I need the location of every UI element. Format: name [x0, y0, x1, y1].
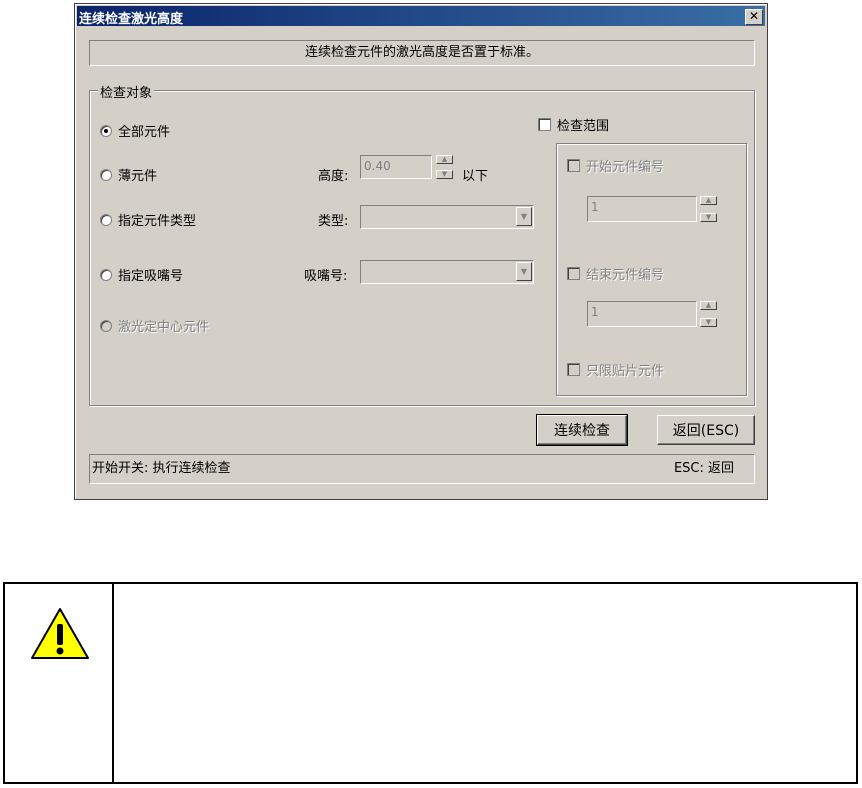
radio-button-icon — [100, 124, 112, 137]
spin-up-icon[interactable]: ▲ — [436, 155, 453, 164]
checkbox-icon — [567, 267, 580, 280]
height-input[interactable]: 0.40 — [360, 155, 432, 179]
type-select[interactable]: ▼ — [360, 205, 534, 229]
status-left: 开始开关: 执行连续检查 — [92, 461, 231, 476]
checkbox-label: 结束元件编号 — [586, 268, 665, 283]
check-range-toggle[interactable]: 检查范围 — [538, 115, 609, 134]
end-number-input: 1 — [587, 301, 697, 327]
dropdown-arrow-icon[interactable]: ▼ — [516, 262, 532, 281]
close-button[interactable]: ✕ — [745, 9, 763, 25]
radio-button-icon — [100, 319, 112, 332]
continuous-check-button[interactable]: 连续检查 — [536, 414, 628, 446]
radio-thin-components[interactable]: 薄元件 — [100, 165, 157, 184]
height-suffix: 以下 — [462, 169, 489, 184]
nozzle-label: 吸嘴号: — [304, 269, 348, 284]
radio-label: 薄元件 — [118, 169, 158, 184]
close-icon: ✕ — [748, 9, 760, 23]
start-number-toggle: 开始元件编号 — [567, 156, 664, 175]
end-number-toggle: 结束元件编号 — [567, 264, 664, 283]
status-bar: 开始开关: 执行连续检查 ESC: 返回 — [89, 454, 755, 484]
spin-down-icon: ▼ — [700, 318, 717, 327]
checkbox-label: 检查范围 — [557, 119, 610, 134]
warning-icon — [31, 608, 89, 659]
radio-label: 指定元件类型 — [118, 214, 197, 229]
checkbox-label: 只限贴片元件 — [586, 364, 665, 379]
radio-label: 全部元件 — [118, 125, 171, 140]
checkbox-icon — [538, 118, 551, 131]
radio-nozzle-number[interactable]: 指定吸嘴号 — [100, 265, 183, 284]
back-button[interactable]: 返回(ESC) — [657, 415, 755, 445]
title-bar: 连续检查激光高度 ✕ — [77, 6, 765, 27]
range-group: 开始元件编号 1 ▲ ▼ 结束元件编号 1 ▲ ▼ 只限贴片元件 — [556, 143, 747, 396]
radio-label: 指定吸嘴号 — [118, 269, 184, 284]
laser-height-dialog: 连续检查激光高度 ✕ 连续检查元件的激光高度是否置于标准。 检查对象 全部元件 … — [74, 3, 768, 500]
warning-table — [3, 582, 858, 784]
checkbox-icon — [567, 363, 580, 376]
height-spinner[interactable]: ▲ ▼ — [436, 155, 453, 179]
end-number-spinner: ▲ ▼ — [700, 301, 717, 327]
height-label: 高度: — [318, 169, 349, 184]
warning-icon-cell — [5, 584, 114, 782]
radio-button-icon — [100, 213, 112, 226]
radio-laser-centering: 激光定中心元件 — [100, 316, 209, 335]
radio-button-icon — [100, 168, 112, 181]
radio-all-components[interactable]: 全部元件 — [100, 121, 170, 140]
description-bar: 连续检查元件的激光高度是否置于标准。 — [89, 40, 755, 66]
radio-component-type[interactable]: 指定元件类型 — [100, 210, 196, 229]
dialog-title: 连续检查激光高度 — [79, 12, 184, 27]
checkbox-label: 开始元件编号 — [586, 160, 665, 175]
spin-up-icon: ▲ — [700, 196, 717, 205]
spin-up-icon: ▲ — [700, 301, 717, 310]
checkbox-icon — [567, 159, 580, 172]
check-target-group: 检查对象 全部元件 薄元件 指定元件类型 指定吸嘴号 激光定中心元件 高度: 0… — [89, 82, 755, 406]
dropdown-arrow-icon[interactable]: ▼ — [516, 207, 532, 226]
radio-label: 激光定中心元件 — [118, 320, 210, 335]
status-right: ESC: 返回 — [673, 461, 734, 476]
start-number-input: 1 — [587, 196, 697, 222]
spin-down-icon[interactable]: ▼ — [436, 170, 453, 179]
radio-button-icon — [100, 268, 112, 281]
spin-down-icon: ▼ — [700, 213, 717, 222]
group-label: 检查对象 — [98, 82, 155, 101]
start-number-spinner: ▲ ▼ — [700, 196, 717, 222]
nozzle-select[interactable]: ▼ — [360, 260, 534, 284]
smd-only-toggle: 只限贴片元件 — [567, 360, 664, 379]
type-label: 类型: — [318, 214, 349, 229]
